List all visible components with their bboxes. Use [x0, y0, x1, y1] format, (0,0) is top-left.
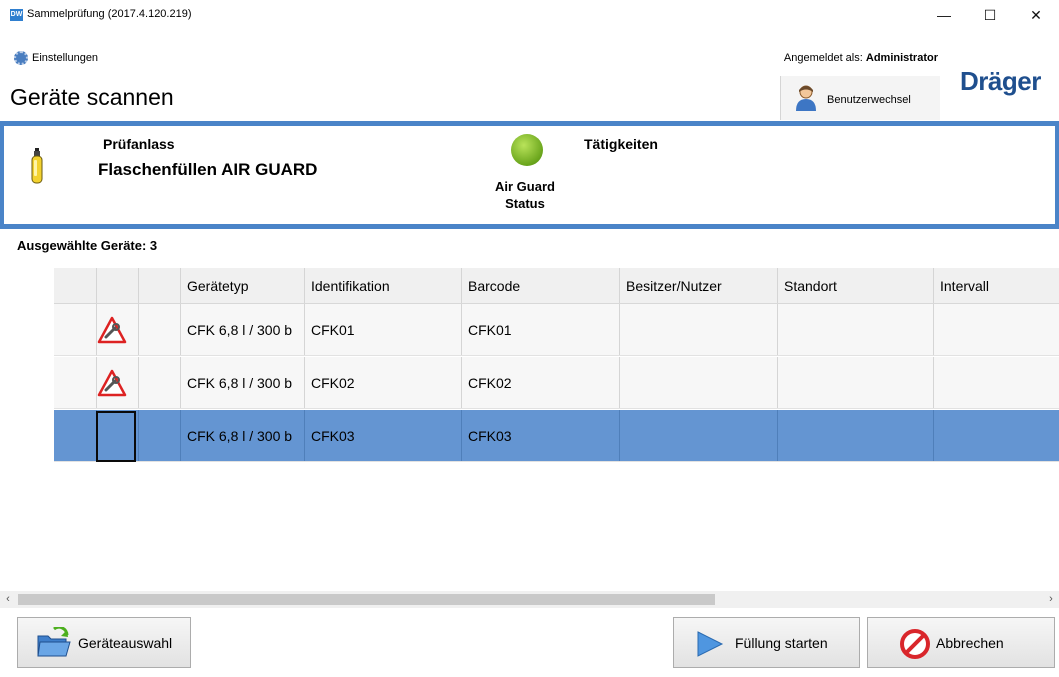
header-location[interactable]: Standort: [777, 268, 933, 303]
app-icon: DW: [10, 9, 23, 21]
cell-barcode: CFK02: [461, 357, 619, 408]
warning-wrench-icon: [97, 369, 127, 397]
cell-owner: [619, 410, 777, 461]
cell-barcode: CFK03: [461, 410, 619, 461]
start-filling-button[interactable]: Füllung starten: [673, 617, 860, 668]
page-title: Geräte scannen: [10, 84, 174, 110]
logged-in-user: Administrator: [865, 52, 938, 64]
device-select-button[interactable]: Geräteauswahl: [17, 617, 191, 668]
table-row[interactable]: CFK 6,8 l / 300 b CFK01 CFK01: [54, 304, 1059, 356]
minimize-button[interactable]: —: [921, 0, 967, 30]
start-filling-label: Füllung starten: [735, 635, 828, 651]
header-blank-1: [54, 268, 96, 303]
selected-devices-count: Ausgewählte Geräte: 3: [17, 238, 158, 253]
row-blank: [54, 304, 96, 355]
scrollbar-thumb[interactable]: [18, 594, 715, 605]
cell-location: [777, 304, 933, 355]
cell-device-type: CFK 6,8 l / 300 b: [180, 410, 304, 461]
header-barcode[interactable]: Barcode: [461, 268, 619, 303]
table-row[interactable]: CFK 6,8 l / 300 b CFK02 CFK02: [54, 357, 1059, 409]
cell-device-type: CFK 6,8 l / 300 b: [180, 357, 304, 408]
brand-logo: Dräger: [960, 66, 1041, 96]
row-blank: [138, 410, 180, 461]
cell-interval: [933, 357, 1059, 408]
reason-label: Prüfanlass: [103, 136, 175, 152]
header-blank-2: [96, 268, 138, 303]
header-interval[interactable]: Intervall: [933, 268, 1059, 303]
window-title: Sammelprüfung (2017.4.120.219): [27, 8, 192, 20]
cancel-label: Abbrechen: [936, 635, 1004, 651]
cell-owner: [619, 304, 777, 355]
table-row-selected[interactable]: CFK 6,8 l / 300 b CFK03 CFK03: [54, 410, 1059, 462]
header-identification[interactable]: Identifikation: [304, 268, 461, 303]
air-guard-status-label: Air Guard Status: [480, 178, 570, 212]
maximize-button[interactable]: ☐: [967, 0, 1013, 30]
warning-wrench-icon: [97, 316, 127, 344]
gas-bottle-icon: [31, 148, 43, 184]
gear-icon[interactable]: [14, 51, 28, 65]
header-blank-3: [138, 268, 180, 303]
cell-identification: CFK02: [304, 357, 461, 408]
close-button[interactable]: ✕: [1013, 0, 1059, 30]
cell-location: [777, 410, 933, 461]
cancel-icon: [900, 629, 930, 659]
reason-value: Flaschenfüllen AIR GUARD: [98, 160, 318, 179]
cell-focus-box[interactable]: [96, 411, 136, 462]
logged-in-prefix: Angemeldet als:: [783, 52, 863, 64]
cell-identification: CFK01: [304, 304, 461, 355]
cell-barcode: CFK01: [461, 304, 619, 355]
play-icon: [697, 631, 724, 657]
title-bar: DW Sammelprüfung (2017.4.120.219) — ☐ ✕: [0, 0, 1059, 30]
row-blank: [54, 357, 96, 408]
row-blank: [138, 357, 180, 408]
user-switch-button[interactable]: Benutzerwechsel: [780, 76, 940, 120]
header-owner[interactable]: Besitzer/Nutzer: [619, 268, 777, 303]
cell-owner: [619, 357, 777, 408]
row-blank: [54, 410, 96, 461]
header-device-type[interactable]: Gerätetyp: [180, 268, 304, 303]
user-icon: [796, 85, 816, 111]
status-line-1: Air Guard: [495, 179, 555, 194]
cell-interval: [933, 304, 1059, 355]
cell-device-type: CFK 6,8 l / 300 b: [180, 304, 304, 355]
grid-header: Gerätetyp Identifikation Barcode Besitze…: [54, 268, 1059, 304]
device-grid: Gerätetyp Identifikation Barcode Besitze…: [54, 268, 1059, 463]
horizontal-scrollbar[interactable]: ‹ ›: [0, 591, 1059, 608]
row-blank: [138, 304, 180, 355]
status-line-2: Status: [505, 196, 545, 211]
user-switch-label: Benutzerwechsel: [827, 94, 911, 106]
activities-label: Tätigkeiten: [584, 136, 658, 152]
cell-identification: CFK03: [304, 410, 461, 461]
folder-icon: [37, 627, 71, 657]
settings-menu[interactable]: Einstellungen: [32, 52, 98, 64]
status-indicator-icon: [511, 134, 543, 166]
device-select-label: Geräteauswahl: [78, 635, 173, 651]
cell-interval: [933, 410, 1059, 461]
cell-location: [777, 357, 933, 408]
scroll-left-arrow[interactable]: ‹: [0, 591, 16, 608]
scroll-right-arrow[interactable]: ›: [1043, 591, 1059, 608]
logged-in-info: Angemeldet als: Administrator: [784, 52, 938, 64]
cancel-button[interactable]: Abbrechen: [867, 617, 1055, 668]
